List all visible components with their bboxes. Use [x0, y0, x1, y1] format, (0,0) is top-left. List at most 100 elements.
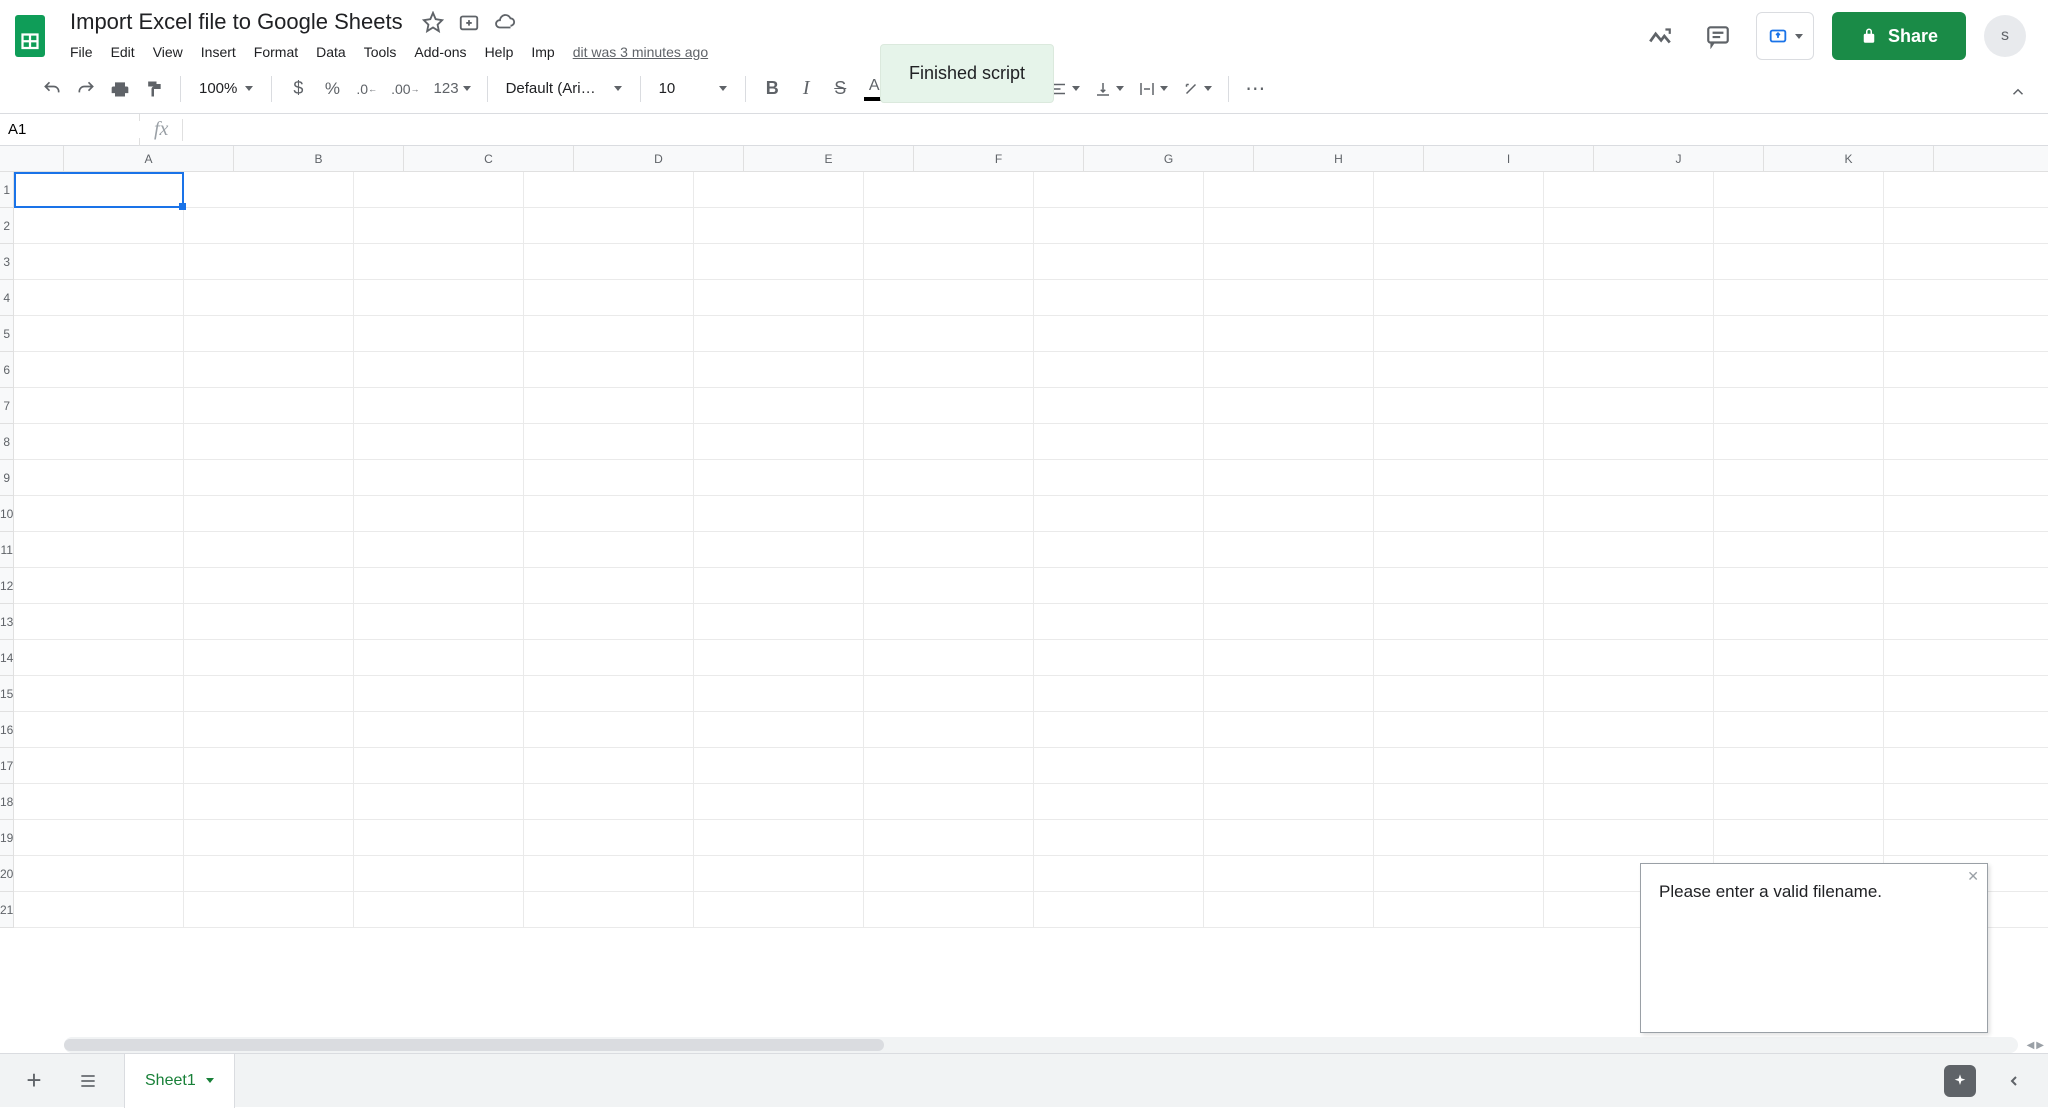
- cell[interactable]: [14, 568, 184, 604]
- cell[interactable]: [1204, 424, 1374, 460]
- cell[interactable]: [1374, 388, 1544, 424]
- cell[interactable]: [1544, 784, 1714, 820]
- cell[interactable]: [1714, 316, 1884, 352]
- cell[interactable]: [184, 532, 354, 568]
- currency-button[interactable]: $: [282, 71, 314, 107]
- select-all-corner[interactable]: [0, 146, 64, 172]
- cell[interactable]: [14, 352, 184, 388]
- cell[interactable]: [1374, 676, 1544, 712]
- cell[interactable]: [1204, 856, 1374, 892]
- cell[interactable]: [864, 172, 1034, 208]
- cell[interactable]: [354, 352, 524, 388]
- cell[interactable]: [864, 280, 1034, 316]
- cell[interactable]: [694, 856, 864, 892]
- cell[interactable]: [1544, 496, 1714, 532]
- menu-help[interactable]: Help: [477, 40, 522, 64]
- redo-button[interactable]: [70, 71, 102, 107]
- cell[interactable]: [1714, 424, 1884, 460]
- vertical-align-button[interactable]: [1088, 71, 1130, 107]
- cell[interactable]: [1034, 856, 1204, 892]
- row-header[interactable]: 16: [0, 712, 13, 748]
- move-icon[interactable]: [457, 10, 481, 34]
- cell[interactable]: [1884, 460, 2048, 496]
- cell[interactable]: [864, 244, 1034, 280]
- cell[interactable]: [184, 568, 354, 604]
- cell[interactable]: [694, 604, 864, 640]
- cell[interactable]: [1884, 388, 2048, 424]
- cell[interactable]: [184, 388, 354, 424]
- cell[interactable]: [524, 424, 694, 460]
- decrease-decimal-button[interactable]: .0←: [350, 71, 383, 107]
- row-header[interactable]: 13: [0, 604, 13, 640]
- cell[interactable]: [184, 892, 354, 928]
- cell[interactable]: [524, 460, 694, 496]
- cell[interactable]: [1374, 424, 1544, 460]
- cell[interactable]: [524, 532, 694, 568]
- cell[interactable]: [864, 640, 1034, 676]
- cell[interactable]: [1034, 784, 1204, 820]
- cell[interactable]: [1034, 604, 1204, 640]
- cell[interactable]: [1034, 532, 1204, 568]
- cell[interactable]: [1544, 748, 1714, 784]
- cell[interactable]: [14, 820, 184, 856]
- cell[interactable]: [1034, 316, 1204, 352]
- cell[interactable]: [1034, 208, 1204, 244]
- cell[interactable]: [1204, 244, 1374, 280]
- cell[interactable]: [184, 460, 354, 496]
- cell[interactable]: [1034, 388, 1204, 424]
- cell[interactable]: [354, 172, 524, 208]
- menu-tools[interactable]: Tools: [356, 40, 405, 64]
- cell[interactable]: [1884, 280, 2048, 316]
- share-button[interactable]: Share: [1832, 12, 1966, 60]
- cell[interactable]: [1204, 532, 1374, 568]
- cell[interactable]: [14, 208, 184, 244]
- cell[interactable]: [1034, 568, 1204, 604]
- cell[interactable]: [1884, 496, 2048, 532]
- cell[interactable]: [1204, 820, 1374, 856]
- cell[interactable]: [1714, 388, 1884, 424]
- cell[interactable]: [1714, 244, 1884, 280]
- row-header[interactable]: 5: [0, 316, 13, 352]
- cell[interactable]: [694, 460, 864, 496]
- text-wrap-button[interactable]: [1132, 71, 1174, 107]
- cell[interactable]: [184, 244, 354, 280]
- side-panel-toggle[interactable]: [1996, 1063, 2032, 1099]
- row-header[interactable]: 8: [0, 424, 13, 460]
- cell[interactable]: [14, 712, 184, 748]
- name-box[interactable]: [0, 114, 140, 146]
- cell[interactable]: [1714, 496, 1884, 532]
- cell[interactable]: [524, 568, 694, 604]
- menu-edit[interactable]: Edit: [103, 40, 143, 64]
- row-header[interactable]: 21: [0, 892, 13, 928]
- cell[interactable]: [1714, 640, 1884, 676]
- cell[interactable]: [864, 568, 1034, 604]
- cell[interactable]: [864, 460, 1034, 496]
- cell[interactable]: [184, 604, 354, 640]
- cell[interactable]: [354, 712, 524, 748]
- cell[interactable]: [694, 316, 864, 352]
- cell[interactable]: [1204, 748, 1374, 784]
- row-header[interactable]: 18: [0, 784, 13, 820]
- cell[interactable]: [1034, 352, 1204, 388]
- cell[interactable]: [1374, 784, 1544, 820]
- activity-icon[interactable]: [1640, 16, 1680, 56]
- col-header[interactable]: D: [574, 146, 744, 171]
- col-header[interactable]: C: [404, 146, 574, 171]
- menu-format[interactable]: Format: [246, 40, 306, 64]
- cell[interactable]: [354, 496, 524, 532]
- text-rotation-button[interactable]: [1176, 71, 1218, 107]
- cell[interactable]: [1204, 640, 1374, 676]
- cell[interactable]: [1544, 352, 1714, 388]
- cell[interactable]: [184, 820, 354, 856]
- cell[interactable]: [1034, 676, 1204, 712]
- cell[interactable]: [1034, 748, 1204, 784]
- cell[interactable]: [1034, 820, 1204, 856]
- cell[interactable]: [354, 460, 524, 496]
- cell[interactable]: [1884, 424, 2048, 460]
- cell[interactable]: [1374, 712, 1544, 748]
- col-header[interactable]: B: [234, 146, 404, 171]
- cell[interactable]: [864, 208, 1034, 244]
- cell[interactable]: [1884, 568, 2048, 604]
- row-header[interactable]: 14: [0, 640, 13, 676]
- row-header[interactable]: 1: [0, 172, 13, 208]
